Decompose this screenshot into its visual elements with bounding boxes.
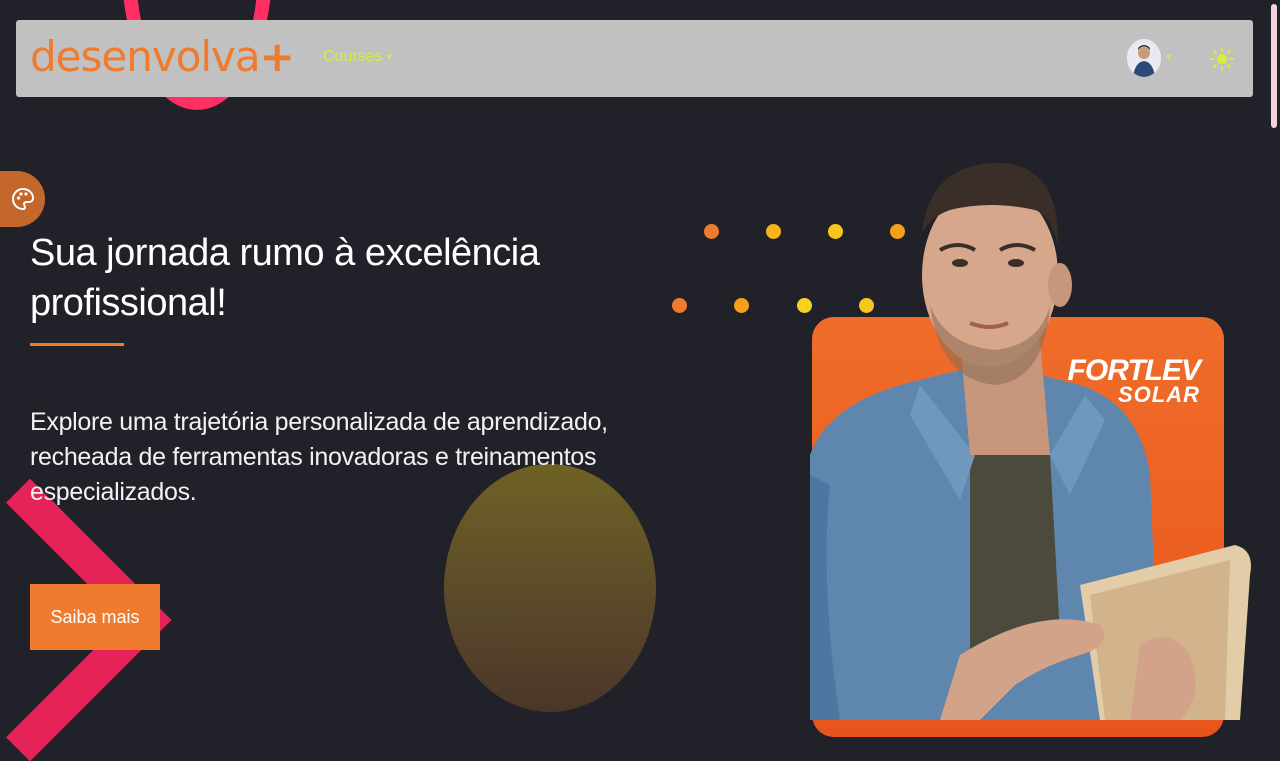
logo-plus: + [259,32,295,81]
user-menu-chevron-icon[interactable]: ▾ [1166,52,1171,63]
title-underline [30,343,124,346]
courses-menu[interactable]: Courses ▾ [323,48,392,66]
logo-text: desenvolva [30,32,261,81]
site-logo[interactable]: desenvolva+ [30,36,295,78]
avatar[interactable] [1127,39,1161,77]
palette-button[interactable] [0,171,45,227]
palette-icon [11,187,34,211]
navbar: desenvolva+ Courses ▾ ▾ [16,20,1253,97]
hero-subtitle: Explore uma trajetória personalizada de … [30,408,608,506]
decorative-dot [672,298,687,313]
decorative-dot [704,224,719,239]
sun-icon[interactable] [1210,47,1234,71]
courses-label: Courses [323,48,383,65]
hero-title: Sua jornada rumo à excelência profission… [30,232,540,324]
hero-person-image [810,162,1251,720]
saiba-mais-button[interactable]: Saiba mais [30,584,160,650]
decorative-dot [766,224,781,239]
chevron-down-icon: ▾ [386,51,392,63]
scrollbar[interactable] [1271,4,1277,128]
decorative-dot [734,298,749,313]
